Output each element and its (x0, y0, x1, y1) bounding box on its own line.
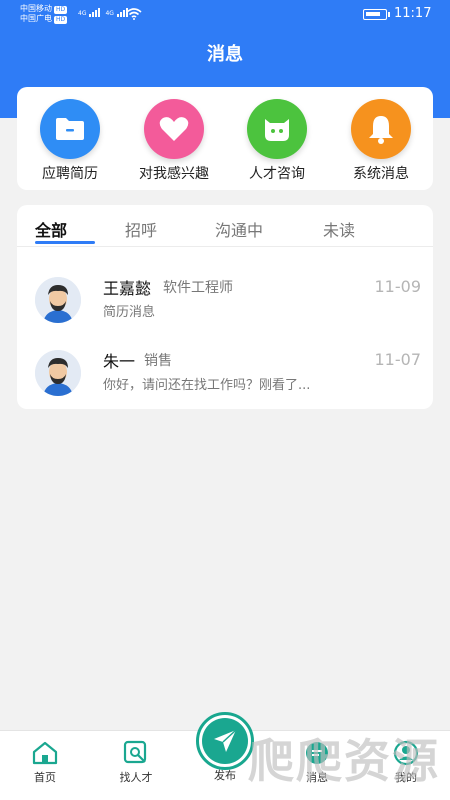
avatar (35, 277, 81, 323)
carrier-info: 中国移动 HD 中国广电 HD (20, 4, 68, 24)
chat-face-icon (247, 99, 307, 159)
wifi-icon (126, 8, 142, 20)
message-date: 11-07 (374, 350, 422, 369)
quick-action-resumes[interactable]: 应聘简历 (20, 99, 120, 183)
tab-find-talent[interactable]: 找人才 (96, 739, 176, 785)
battery-icon (363, 9, 390, 20)
tab-in-communication[interactable]: 沟通中 (215, 217, 263, 241)
page-title: 消息 (207, 44, 243, 65)
quick-action-consult[interactable]: 人才咨询 (227, 99, 327, 183)
tab-messages[interactable]: 消息 (277, 739, 357, 785)
contact-role: 软件工程师 (163, 280, 233, 296)
tab-greetings[interactable]: 招呼 (125, 217, 157, 241)
active-tab-indicator (35, 241, 95, 244)
tab-unread[interactable]: 未读 (323, 217, 355, 241)
home-icon (5, 739, 85, 767)
avatar (35, 350, 81, 396)
heart-icon (144, 99, 204, 159)
quick-action-label: 系统消息 (353, 166, 409, 182)
quick-action-label: 应聘简历 (42, 166, 98, 182)
contact-role: 销售 (144, 353, 172, 369)
message-icon (277, 739, 357, 767)
tab-label: 找人才 (119, 771, 153, 784)
quick-action-system[interactable]: 系统消息 (331, 99, 431, 183)
network-type-2: 4G (105, 10, 114, 17)
carrier-2: 中国广电 (20, 14, 52, 23)
hd-badge-2: HD (54, 16, 68, 24)
tab-mine[interactable]: 我的 (366, 739, 446, 785)
message-preview: 简历消息 (103, 305, 156, 320)
folder-icon (40, 99, 100, 159)
hd-badge-1: HD (54, 6, 68, 14)
contact-name: 朱一 (103, 352, 136, 371)
publish-label: 发布 (214, 769, 236, 782)
status-bar: 中国移动 HD 中国广电 HD 4G 4G 11:17 (0, 0, 450, 30)
send-icon (202, 718, 248, 764)
message-date: 11-09 (374, 277, 422, 296)
quick-action-label: 人才咨询 (249, 166, 305, 182)
network-type: 4G (78, 10, 87, 17)
quick-action-label: 对我感兴趣 (139, 166, 209, 182)
message-row[interactable]: 王嘉懿 软件工程师 11-09 简历消息 (17, 273, 433, 343)
tab-home[interactable]: 首页 (5, 739, 85, 785)
quick-action-interested[interactable]: 对我感兴趣 (124, 99, 224, 183)
search-person-icon (96, 739, 176, 767)
bell-icon (351, 99, 411, 159)
tab-label: 我的 (395, 771, 417, 784)
message-tabs: 全部 招呼 沟通中 未读 (17, 205, 433, 247)
tab-all[interactable]: 全部 (35, 217, 67, 241)
message-preview: 你好，请问还在找工作吗？刚看了... (103, 378, 311, 393)
profile-icon (366, 739, 446, 767)
message-list-card: 全部 招呼 沟通中 未读 王嘉懿 软件工程师 11-09 简历消息 朱一 销售 … (17, 205, 433, 409)
signal-icon: 4G 4G (78, 8, 128, 17)
quick-actions-card: 应聘简历 对我感兴趣 人才咨询 系统消息 (17, 87, 433, 190)
message-row[interactable]: 朱一 销售 11-07 你好，请问还在找工作吗？刚看了... (17, 346, 433, 416)
tab-label: 首页 (34, 771, 56, 784)
clock: 11:17 (394, 6, 432, 21)
carrier-1: 中国移动 (20, 4, 52, 13)
publish-button[interactable] (196, 712, 254, 770)
contact-name: 王嘉懿 (103, 279, 152, 298)
tab-label: 消息 (306, 771, 328, 784)
